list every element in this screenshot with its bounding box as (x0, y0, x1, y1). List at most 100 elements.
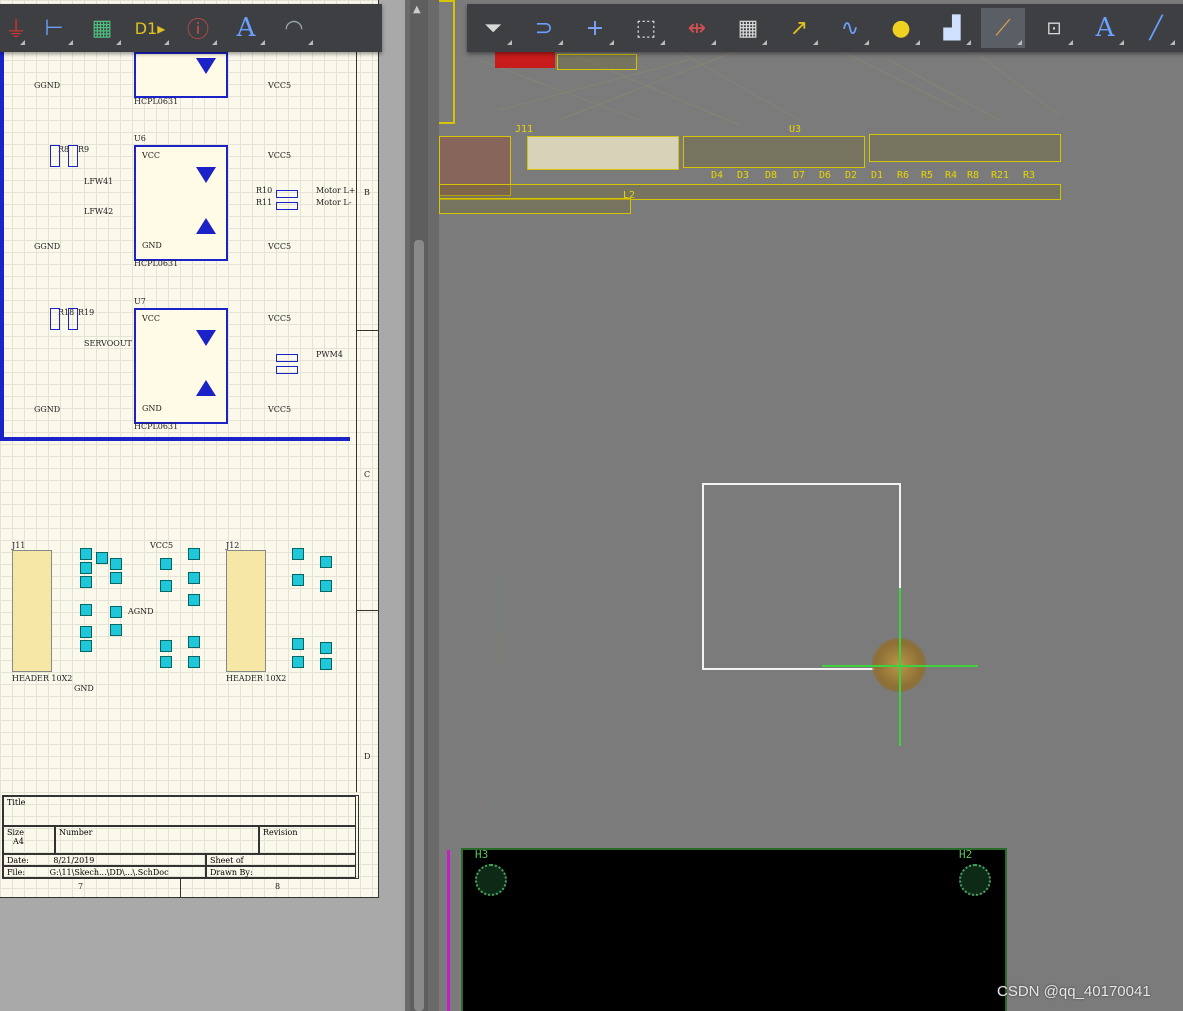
u7-vcc: VCC (142, 314, 161, 323)
net-pad[interactable] (188, 572, 200, 584)
resistor-r8[interactable] (50, 145, 60, 167)
net-pad[interactable] (160, 580, 172, 592)
schematic-pane[interactable]: B C D GGND VCC5 HCPL0631 VCC GND U6 HCPL… (0, 0, 405, 1011)
hole-h2-label: H2 (959, 848, 973, 861)
size-value: A4 (13, 837, 24, 846)
pcb-board-area[interactable]: H3 H2 (461, 848, 1007, 1011)
route-icon[interactable]: ↗ (777, 8, 821, 48)
ground-icon[interactable]: ⏚ (4, 8, 28, 48)
revision-cell: Revision (259, 826, 356, 854)
net-pad[interactable] (320, 580, 332, 592)
j11-label: J11 (12, 541, 26, 550)
dimension-icon[interactable]: ⊡ (1032, 8, 1076, 48)
scrollbar-thumb[interactable] (414, 240, 424, 1011)
net-pad[interactable] (160, 640, 172, 652)
header2-label: HEADER 10X2 (226, 674, 287, 683)
net-pad[interactable] (110, 572, 122, 584)
top-small-footprint[interactable] (557, 54, 637, 70)
resistor-r21[interactable] (276, 366, 298, 374)
interactive-route-icon[interactable]: ⊃ (522, 8, 566, 48)
label-r6: R6 (897, 170, 910, 181)
filter-icon[interactable]: ⏷ (471, 8, 515, 48)
select-rect-icon[interactable]: ⬚ (624, 8, 668, 48)
net-pad[interactable] (110, 624, 122, 636)
net-pad[interactable] (110, 606, 122, 618)
sheet-region-line-bottom (0, 437, 350, 441)
net-label-icon[interactable]: ⊢ (32, 8, 76, 48)
sheet-right-divider-c (356, 610, 378, 611)
line-icon[interactable]: ╱ (1134, 8, 1178, 48)
net-pad[interactable] (320, 642, 332, 654)
net-pad[interactable] (80, 562, 92, 574)
arc-icon[interactable]: ◠ (272, 8, 316, 48)
port-icon[interactable]: D1▸ (128, 8, 172, 48)
resistor-r10[interactable] (276, 190, 298, 198)
net-pad[interactable] (96, 552, 108, 564)
board-outline-track[interactable] (702, 483, 901, 670)
text-icon[interactable]: A (224, 8, 268, 48)
net-pad[interactable] (320, 556, 332, 568)
add-icon[interactable]: + (573, 8, 617, 48)
resistor-r11[interactable] (276, 202, 298, 210)
label-r8: R8 (967, 170, 980, 181)
part-icon[interactable]: ▦ (80, 8, 124, 48)
pcb-pane[interactable]: J11 L2 D4 D3 D8 D7 D6 D2 D1 R6 R5 R4 R8 … (439, 0, 1183, 1011)
net-pad[interactable] (292, 656, 304, 668)
net-pad[interactable] (160, 558, 172, 570)
resistor-r9[interactable] (68, 145, 78, 167)
red-component[interactable] (495, 52, 555, 68)
mounting-hole-h2[interactable] (959, 864, 991, 896)
tune-length-icon[interactable]: ∿ (828, 8, 872, 48)
net-pad[interactable] (320, 658, 332, 670)
label-u3: U3 (789, 124, 802, 135)
footprint-row-1[interactable] (683, 136, 865, 168)
net-pad[interactable] (80, 626, 92, 638)
mounting-hole-h3[interactable] (475, 864, 507, 896)
net-pad[interactable] (292, 548, 304, 560)
parameter-icon[interactable]: ⓘ (176, 8, 220, 48)
net-pad[interactable] (188, 548, 200, 560)
net-pad[interactable] (160, 656, 172, 668)
footprint-row-2[interactable] (869, 134, 1061, 162)
label-d3: D3 (737, 170, 750, 181)
align-icon[interactable]: ⇹ (675, 8, 719, 48)
top-footprint-area[interactable] (439, 0, 455, 124)
u6-vcc: VCC (142, 151, 161, 160)
via-icon[interactable]: ● (879, 8, 923, 48)
col-divider (180, 878, 181, 897)
resistor-r20[interactable] (276, 354, 298, 362)
col-mark-8: 8 (275, 882, 281, 891)
polygon-icon[interactable]: ▟ (930, 8, 974, 48)
vertical-scrollbar[interactable]: ▲ (410, 0, 428, 1011)
u7-gnd: GND (142, 404, 162, 413)
header-j11[interactable] (12, 550, 52, 672)
component-icon[interactable]: ▦ (726, 8, 770, 48)
net-pad[interactable] (80, 576, 92, 588)
resistor-r19[interactable] (68, 308, 78, 330)
u6-ref: U6 (134, 134, 146, 143)
board-outline-track-right[interactable] (899, 483, 901, 588)
number-cell: Number (55, 826, 259, 854)
net-pad[interactable] (80, 548, 92, 560)
net-pad[interactable] (188, 594, 200, 606)
sheet-right-divider-b (356, 330, 378, 331)
net-pad[interactable] (80, 640, 92, 652)
file-label: File: (7, 868, 26, 877)
net-pad[interactable] (110, 558, 122, 570)
net-pad[interactable] (188, 636, 200, 648)
net-pad[interactable] (188, 656, 200, 668)
header-j12[interactable] (226, 550, 266, 672)
schematic-sheet[interactable]: B C D GGND VCC5 HCPL0631 VCC GND U6 HCPL… (0, 0, 379, 898)
u6-gnd: GND (142, 241, 162, 250)
footprint-j11[interactable] (527, 136, 679, 170)
net-pad[interactable] (292, 574, 304, 586)
net-pad[interactable] (80, 604, 92, 616)
vcc5-label-4: VCC5 (268, 314, 292, 323)
footprint-row-4[interactable] (439, 198, 631, 214)
resistor-r18[interactable] (50, 308, 60, 330)
track-icon[interactable]: ⟋ (981, 8, 1025, 48)
net-pad[interactable] (292, 638, 304, 650)
text-icon[interactable]: A (1083, 8, 1127, 48)
scroll-up-icon[interactable]: ▲ (413, 4, 421, 15)
file-cell: File: G:\11\Skech...\DD\...\.SchDoc (3, 866, 206, 878)
